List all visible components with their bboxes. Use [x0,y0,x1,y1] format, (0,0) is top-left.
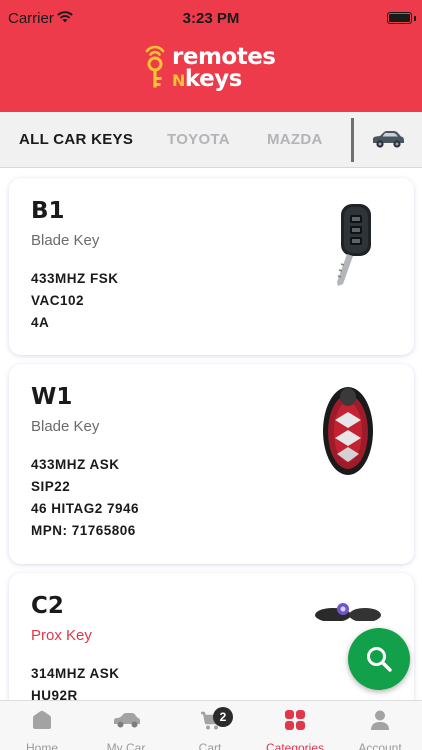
product-code: B1 [31,198,65,224]
product-spec: MPN: 71765806 [31,523,136,538]
car-icon [114,713,140,728]
nav-label: Categories [265,741,325,750]
cart-badge: 2 [213,707,233,727]
logo-text-keys-word: keys [184,66,242,92]
tab-divider [351,118,354,162]
nav-label: Home [25,741,58,750]
product-spec: 46 HITAG2 7946 [31,501,140,516]
prox-key-image [315,603,381,621]
brand-tabs: ALL CAR KEYS TOYOTA MAZDA [0,112,422,168]
product-code: C2 [31,593,64,619]
product-type: Prox Key [31,627,92,644]
grid-icon [285,710,305,730]
brand-logo: remotes Nkeys [140,44,290,94]
nav-account[interactable]: Account [338,701,422,750]
nav-my-car[interactable]: My Car [84,701,168,750]
product-spec: 433MHZ FSK [31,271,119,286]
tab-toyota[interactable]: TOYOTA [167,131,230,148]
search-icon [367,647,392,672]
product-spec: 433MHZ ASK [31,457,120,472]
product-spec: 314MHZ ASK [31,666,120,681]
product-spec: VAC102 [31,293,85,308]
product-type: Blade Key [31,418,100,435]
product-card[interactable]: B1 Blade Key 433MHZ FSK VAC102 4A [9,178,414,355]
product-type: Blade Key [31,232,100,249]
battery-icon [387,12,412,24]
blade-key-image [337,204,371,286]
key-logo-icon [145,45,165,88]
logo-text-n: N [172,71,185,90]
flip-key-image [323,387,373,475]
tab-mazda[interactable]: MAZDA [267,131,323,148]
app-header: Carrier 3:23 PM remotes Nkeys [0,0,422,112]
nav-label: Account [358,741,402,750]
product-card[interactable]: W1 Blade Key 433MHZ ASK SIP22 46 HITAG2 … [9,364,414,564]
nav-categories[interactable]: Categories [253,701,337,750]
tab-all-car-keys[interactable]: ALL CAR KEYS [19,131,133,148]
status-bar: Carrier 3:23 PM [0,0,422,32]
nav-cart[interactable]: 2 Cart [168,701,252,750]
logo-text-keys: Nkeys [172,66,242,92]
product-card[interactable]: C2 Prox Key 314MHZ ASK HU92R [9,573,414,700]
product-specs: 433MHZ FSK VAC102 4A [31,268,119,334]
home-icon [33,710,51,729]
product-spec: SIP22 [31,479,71,494]
product-code: W1 [31,384,73,410]
nav-home[interactable]: Home [0,701,84,750]
car-icon[interactable] [370,127,406,151]
product-spec: 4A [31,315,50,330]
product-spec: HU92R [31,688,78,700]
product-list[interactable]: B1 Blade Key 433MHZ FSK VAC102 4A W1 Bla… [0,168,422,700]
battery-tip [414,16,416,21]
product-specs: 314MHZ ASK HU92R [31,663,120,700]
search-button[interactable] [348,628,410,690]
bottom-nav: Home My Car 2 Cart Categories Account [0,700,422,750]
user-icon [371,710,389,730]
nav-label: My Car [106,741,146,750]
status-time: 3:23 PM [182,10,240,27]
product-specs: 433MHZ ASK SIP22 46 HITAG2 7946 MPN: 717… [31,454,139,542]
nav-label: Cart [198,741,222,750]
